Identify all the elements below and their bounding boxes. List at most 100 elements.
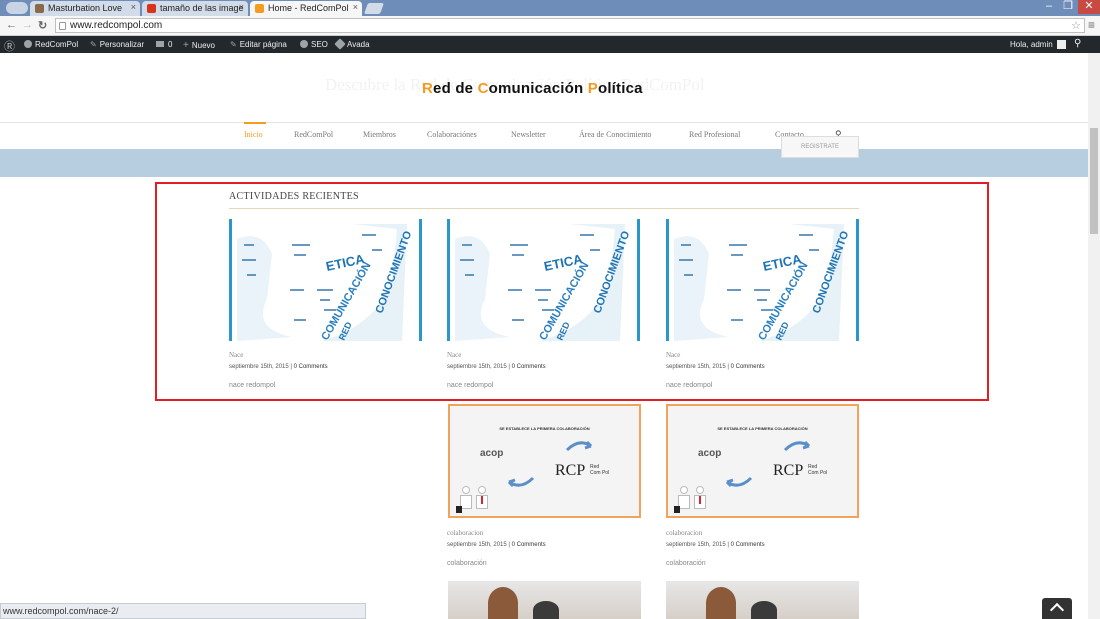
post-title-link[interactable]: Nace	[447, 351, 461, 359]
acop-logo: acop	[480, 448, 504, 459]
close-window-icon[interactable]: ✕	[1078, 0, 1100, 14]
scrollbar-thumb[interactable]	[1090, 128, 1098, 234]
nav-newsletter[interactable]: Newsletter	[511, 130, 546, 139]
site-logo[interactable]: Red de Comunicación Política	[422, 80, 643, 97]
comments-link[interactable]: 0 Comments	[731, 542, 765, 548]
handshake-figures-icon	[456, 486, 490, 514]
close-tab-icon[interactable]: ×	[239, 2, 244, 12]
tab-2[interactable]: tamaño de las image ×	[142, 1, 248, 16]
person-photo	[533, 601, 559, 619]
nav-area-conocimiento[interactable]: Área de Conocimiento	[579, 130, 651, 139]
page-icon	[59, 22, 66, 30]
tab-3-active[interactable]: Home - RedComPol ×	[250, 1, 362, 16]
post-title-link[interactable]: Nace	[229, 351, 243, 359]
comments-link[interactable]: 0 Comments	[731, 364, 765, 370]
wp-admin-bar: Ⓡ RedComPol ✎ Personalizar 0 + Nuevo ✎ Edit…	[0, 36, 1100, 53]
reload-icon[interactable]: ↻	[38, 19, 47, 32]
nav-divider	[0, 122, 1088, 123]
person-photo	[488, 587, 518, 619]
brush-icon: ✎	[90, 40, 97, 49]
nav-red-profesional[interactable]: Red Profesional	[689, 130, 740, 139]
forward-icon[interactable]: →	[22, 19, 33, 31]
home-icon	[24, 40, 32, 48]
plus-icon: +	[183, 40, 189, 51]
chevron-up-icon	[1049, 602, 1065, 618]
admin-edit-link[interactable]: ✎ Editar página	[230, 40, 287, 49]
post-category-link[interactable]: nace redompol	[229, 382, 275, 389]
close-tab-icon[interactable]: ×	[353, 2, 358, 12]
admin-comments-link[interactable]: 0	[156, 40, 172, 49]
comments-link[interactable]: 0 Comments	[294, 364, 328, 370]
nav-active-indicator	[244, 122, 266, 124]
post-thumbnail[interactable]: ETICA CONOCIMIENTO COMUNICACIÓN RED	[229, 219, 422, 341]
arrow-icon	[725, 476, 753, 488]
avatar	[1056, 40, 1066, 49]
post-thumbnail[interactable]: ETICA CONOCIMIENTO COMUNICACIÓN RED	[447, 219, 640, 341]
pencil-icon: ✎	[230, 40, 237, 49]
avada-icon	[334, 38, 346, 50]
comments-link[interactable]: 0 Comments	[512, 364, 546, 370]
handshake-figures-icon	[674, 486, 708, 514]
website-page: Descubre la Red de Comunicación Política…	[0, 53, 1088, 619]
admin-avada-link[interactable]: Avada	[334, 38, 370, 50]
close-tab-icon[interactable]: ×	[131, 2, 136, 12]
post-category-link[interactable]: colaboración	[447, 560, 487, 567]
post-title-link[interactable]: colaboracion	[447, 529, 483, 537]
post-meta: septiembre 15th, 2015 | 0 Comments	[447, 364, 546, 370]
post-meta: septiembre 15th, 2015 | 0 Comments	[229, 364, 328, 370]
scroll-to-top-button[interactable]	[1042, 598, 1072, 619]
post-thumbnail[interactable]	[666, 581, 859, 619]
tab-favicon-icon	[147, 4, 156, 13]
section-title: ACTIVIDADES RECIENTES	[229, 191, 359, 202]
post-title-link[interactable]: Nace	[666, 351, 680, 359]
person-photo	[751, 601, 777, 619]
arrow-icon	[783, 440, 811, 452]
registrate-button[interactable]: REGISTRATE	[781, 136, 859, 158]
wordcloud-image: ETICA CONOCIMIENTO COMUNICACIÓN RED	[455, 224, 633, 341]
profile-icon[interactable]	[6, 2, 28, 14]
seo-icon	[300, 40, 308, 48]
nav-miembros[interactable]: Miembros	[363, 130, 396, 139]
admin-account-link[interactable]: Hola, admin	[1010, 40, 1066, 49]
collab-thumbnail[interactable]: SE ESTABLECE LA PRIMERA COLABORACIÓN aco…	[448, 404, 641, 518]
bookmark-star-icon[interactable]: ☆	[1071, 19, 1081, 32]
nav-inicio[interactable]: Inicio	[244, 130, 263, 139]
arrow-icon	[565, 440, 593, 452]
collab-thumbnail[interactable]: SE ESTABLECE LA PRIMERA COLABORACIÓN aco…	[666, 404, 859, 518]
post-title-link[interactable]: colaboracion	[666, 529, 702, 537]
admin-customize-link[interactable]: ✎ Personalizar	[90, 40, 144, 49]
tab-favicon-icon	[35, 4, 44, 13]
tab-favicon-icon	[255, 4, 264, 13]
comment-icon	[156, 41, 164, 47]
back-icon[interactable]: ←	[6, 19, 17, 31]
minimize-icon[interactable]: –	[1040, 0, 1058, 14]
arrow-icon	[507, 476, 535, 488]
nav-redcompol[interactable]: RedComPol	[294, 130, 333, 139]
admin-site-link[interactable]: RedComPol	[24, 40, 78, 49]
post-meta: septiembre 15th, 2015 | 0 Comments	[447, 542, 546, 548]
redcompol-logo-icon: RCP	[555, 462, 586, 479]
wordcloud-image: ETICA CONOCIMIENTO COMUNICACIÓN RED	[674, 224, 852, 341]
browser-toolbar: ← → ↻ www.redcompol.com ☆ ≡	[0, 16, 1100, 36]
admin-new-link[interactable]: + Nuevo	[183, 40, 215, 51]
redcompol-logo-icon: RCP	[773, 462, 804, 479]
comments-link[interactable]: 0 Comments	[512, 542, 546, 548]
admin-seo-link[interactable]: SEO	[300, 40, 328, 49]
section-divider	[229, 208, 859, 209]
nav-colaboraciones[interactable]: Colaboraciónes	[427, 130, 477, 139]
tab-1[interactable]: Masturbation Love ×	[30, 1, 140, 16]
post-category-link[interactable]: nace redompol	[666, 382, 712, 389]
new-tab-button[interactable]	[363, 3, 385, 14]
menu-icon[interactable]: ≡	[1088, 18, 1095, 32]
browser-tab-strip: Masturbation Love × tamaño de las image …	[0, 0, 1100, 16]
post-category-link[interactable]: colaboración	[666, 560, 706, 567]
maximize-icon[interactable]: ❐	[1058, 0, 1078, 14]
wordpress-icon[interactable]: Ⓡ	[4, 38, 15, 54]
post-meta: septiembre 15th, 2015 | 0 Comments	[666, 542, 765, 548]
status-bar: www.redcompol.com/nace-2/	[0, 603, 366, 619]
post-thumbnail[interactable]: ETICA CONOCIMIENTO COMUNICACIÓN RED	[666, 219, 859, 341]
post-thumbnail[interactable]	[448, 581, 641, 619]
address-bar[interactable]: www.redcompol.com ☆	[55, 18, 1085, 33]
post-category-link[interactable]: nace redompol	[447, 382, 493, 389]
admin-search-icon[interactable]: ⚲	[1074, 38, 1081, 49]
